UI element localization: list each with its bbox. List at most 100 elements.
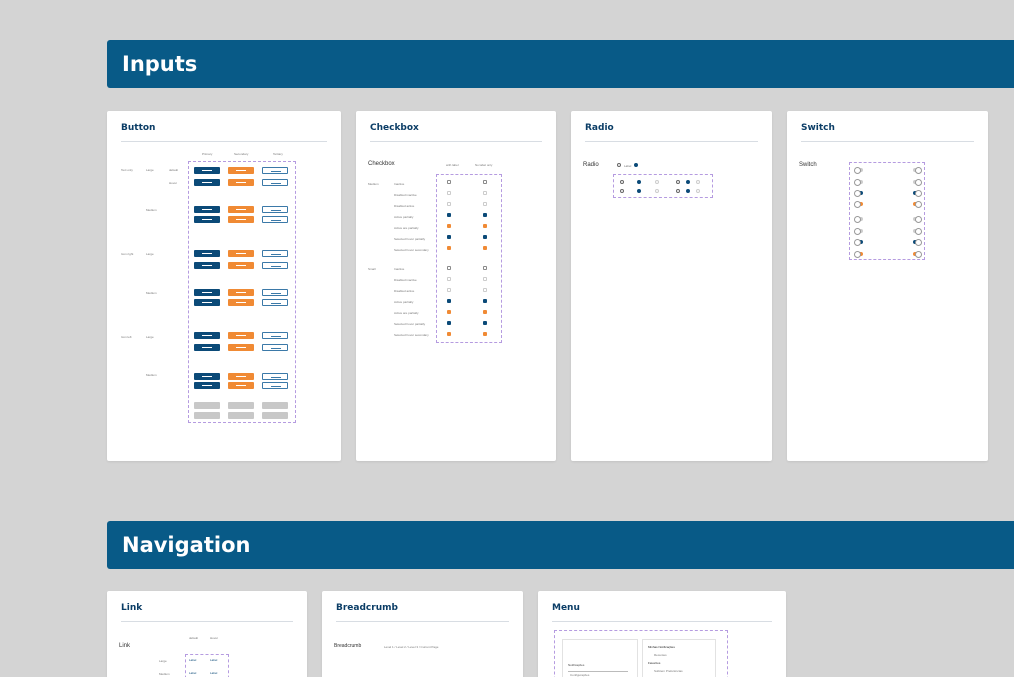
checkbox[interactable] bbox=[447, 321, 451, 325]
checkbox[interactable] bbox=[483, 321, 487, 325]
secondary-button[interactable] bbox=[228, 289, 254, 296]
primary-button[interactable] bbox=[194, 344, 220, 351]
tertiary-button[interactable] bbox=[262, 179, 288, 186]
tertiary-button[interactable] bbox=[262, 382, 288, 389]
switch-toggle[interactable] bbox=[913, 251, 922, 258]
radio-button[interactable] bbox=[676, 189, 680, 193]
divider bbox=[370, 141, 542, 142]
size-medium: Medium bbox=[146, 373, 157, 377]
radio-button[interactable] bbox=[637, 180, 641, 184]
checkbox bbox=[483, 288, 487, 292]
switch-toggle[interactable] bbox=[913, 239, 922, 246]
radio-button[interactable] bbox=[620, 189, 624, 193]
menu-item-favorites[interactable]: Favoritos bbox=[648, 661, 660, 665]
radio-button[interactable] bbox=[617, 163, 621, 167]
checkbox[interactable] bbox=[483, 299, 487, 303]
primary-button[interactable] bbox=[194, 373, 220, 380]
switch-toggle[interactable] bbox=[854, 216, 863, 223]
link-sample[interactable]: Label bbox=[189, 658, 196, 662]
menu-item-settings[interactable]: Configurações bbox=[570, 673, 589, 677]
menu-item-notifications[interactable]: Notificações bbox=[568, 663, 584, 667]
radio-button[interactable] bbox=[620, 180, 624, 184]
menu-item-my-notifications[interactable]: Minhas Notificações bbox=[648, 645, 675, 649]
link-card-title: Link bbox=[121, 603, 143, 613]
secondary-button[interactable] bbox=[228, 179, 254, 186]
checkbox[interactable] bbox=[447, 235, 451, 239]
radio-button[interactable] bbox=[676, 180, 680, 184]
tertiary-button[interactable] bbox=[262, 344, 288, 351]
checkbox[interactable] bbox=[447, 246, 451, 250]
link-sample[interactable]: Label bbox=[210, 671, 217, 675]
tertiary-button[interactable] bbox=[262, 167, 288, 174]
primary-button[interactable] bbox=[194, 382, 220, 389]
switch-toggle[interactable] bbox=[854, 167, 863, 174]
tertiary-button[interactable] bbox=[262, 373, 288, 380]
secondary-button[interactable] bbox=[228, 299, 254, 306]
tertiary-button[interactable] bbox=[262, 299, 288, 306]
switch-card-title: Switch bbox=[801, 123, 835, 133]
secondary-button[interactable] bbox=[228, 344, 254, 351]
switch-toggle[interactable] bbox=[913, 190, 922, 197]
link-sample[interactable]: Label bbox=[189, 671, 196, 675]
primary-button[interactable] bbox=[194, 299, 220, 306]
checkbox[interactable] bbox=[447, 332, 451, 336]
breadcrumb-trail[interactable]: Level 1 / Level 2 / Level 3 / Current Pa… bbox=[384, 645, 438, 649]
checkbox[interactable] bbox=[447, 299, 451, 303]
checkbox[interactable] bbox=[483, 266, 487, 270]
menu-item-recent[interactable]: Recentes bbox=[654, 653, 667, 657]
secondary-button[interactable] bbox=[228, 332, 254, 339]
checkbox[interactable] bbox=[447, 180, 451, 184]
link-sample[interactable]: Label bbox=[210, 658, 217, 662]
primary-button[interactable] bbox=[194, 216, 220, 223]
row-text-only: Text only bbox=[121, 168, 133, 172]
switch-toggle[interactable] bbox=[913, 167, 922, 174]
primary-button[interactable] bbox=[194, 289, 220, 296]
secondary-button[interactable] bbox=[228, 216, 254, 223]
tertiary-button[interactable] bbox=[262, 206, 288, 213]
switch-toggle[interactable] bbox=[854, 251, 863, 258]
switch-toggle[interactable] bbox=[913, 201, 922, 208]
checkbox[interactable] bbox=[483, 332, 487, 336]
primary-button[interactable] bbox=[194, 332, 220, 339]
state-label: Disabled inactive bbox=[394, 193, 417, 197]
tertiary-button[interactable] bbox=[262, 332, 288, 339]
tertiary-button[interactable] bbox=[262, 250, 288, 257]
switch-toggle[interactable] bbox=[913, 216, 922, 223]
secondary-button[interactable] bbox=[228, 382, 254, 389]
secondary-button[interactable] bbox=[228, 206, 254, 213]
tertiary-button[interactable] bbox=[262, 216, 288, 223]
disabled-button bbox=[262, 412, 288, 419]
primary-button[interactable] bbox=[194, 167, 220, 174]
state-label: Selected hover secondary bbox=[394, 333, 429, 337]
divider bbox=[552, 621, 772, 622]
checkbox[interactable] bbox=[483, 235, 487, 239]
secondary-button[interactable] bbox=[228, 262, 254, 269]
checkbox[interactable] bbox=[447, 266, 451, 270]
menu-item-sub[interactable]: Subitem Preferências bbox=[654, 669, 683, 673]
secondary-button[interactable] bbox=[228, 167, 254, 174]
switch-toggle[interactable] bbox=[854, 201, 863, 208]
primary-button[interactable] bbox=[194, 262, 220, 269]
tertiary-button[interactable] bbox=[262, 262, 288, 269]
checkbox[interactable] bbox=[483, 180, 487, 184]
breadcrumb-subtitle: Breadcrumb bbox=[334, 643, 362, 649]
radio-button[interactable] bbox=[686, 189, 690, 193]
tertiary-button[interactable] bbox=[262, 289, 288, 296]
checkbox[interactable] bbox=[483, 246, 487, 250]
secondary-button[interactable] bbox=[228, 250, 254, 257]
checkbox[interactable] bbox=[447, 224, 451, 228]
switch-toggle[interactable] bbox=[854, 190, 863, 197]
switch-toggle[interactable] bbox=[854, 239, 863, 246]
primary-button[interactable] bbox=[194, 250, 220, 257]
radio-button[interactable] bbox=[634, 163, 638, 167]
secondary-button[interactable] bbox=[228, 373, 254, 380]
primary-button[interactable] bbox=[194, 179, 220, 186]
primary-button[interactable] bbox=[194, 206, 220, 213]
checkbox[interactable] bbox=[447, 310, 451, 314]
radio-button[interactable] bbox=[686, 180, 690, 184]
checkbox[interactable] bbox=[483, 213, 487, 217]
checkbox[interactable] bbox=[483, 310, 487, 314]
radio-button[interactable] bbox=[637, 189, 641, 193]
checkbox[interactable] bbox=[447, 213, 451, 217]
checkbox[interactable] bbox=[483, 224, 487, 228]
